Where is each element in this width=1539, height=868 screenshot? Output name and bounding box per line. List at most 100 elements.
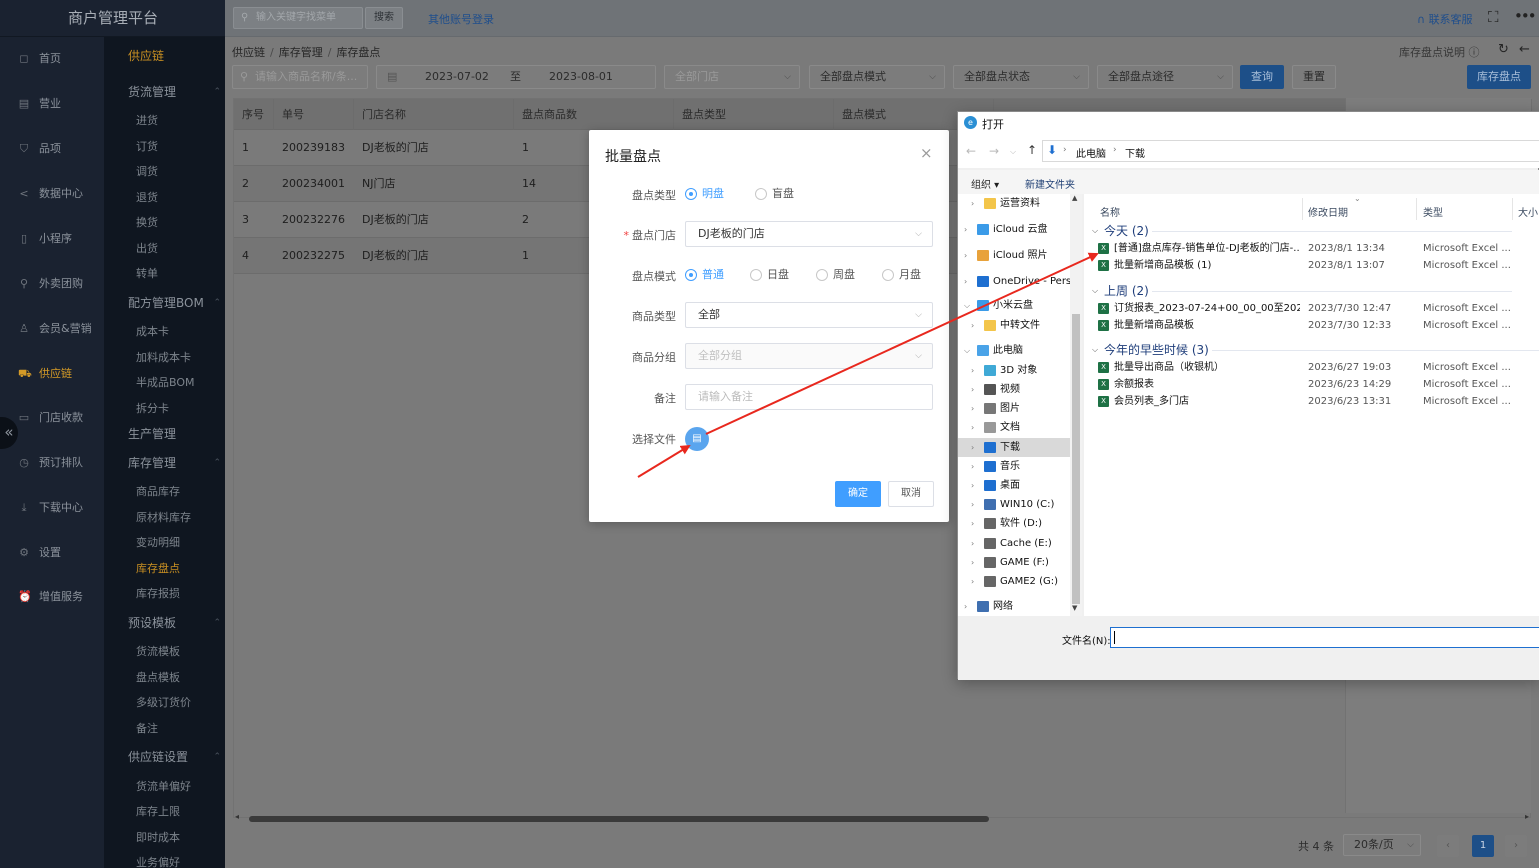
stocktake-button[interactable]: 库存盘点 [1467, 65, 1531, 89]
file-row[interactable]: X 批量导出商品（收银机） 2023/6/27 19:03 Microsoft Exc… [1098, 359, 1538, 376]
column-header-size[interactable]: 大小 [1518, 204, 1538, 219]
nav-item[interactable]: ⛟ 供应链 [0, 363, 104, 385]
folder-tree-item[interactable]: › 运营资料 [958, 194, 1070, 213]
more-icon[interactable]: ••• [1514, 7, 1537, 25]
file-group-header[interactable]: ⌵ 今天 (2) [1092, 223, 1532, 239]
scroll-left-arrow-icon[interactable]: ◂ [235, 812, 239, 821]
stocktake-help-link[interactable]: 库存盘点说明 ⓘ [1399, 44, 1480, 60]
page-size-select[interactable]: 20条/页 ⌵ [1343, 834, 1421, 856]
column-header[interactable]: 盘点类型 [674, 99, 834, 130]
column-header-date[interactable]: 修改日期 [1308, 204, 1348, 219]
remark-input[interactable]: 请输入备注 [685, 384, 933, 410]
contact-support-link[interactable]: ∩ 联系客服 [1417, 11, 1473, 27]
chevron-right-icon[interactable]: › [971, 495, 974, 514]
organize-menu[interactable]: 组织 ▾ [971, 176, 999, 191]
refresh-icon[interactable]: ↻ [1498, 42, 1509, 57]
nav-subitem[interactable]: 进货 [104, 112, 225, 130]
goods-group-select[interactable]: 全部分组 ⌵ [685, 343, 933, 369]
store-filter-select[interactable]: 全部门店 ⌵ [664, 65, 800, 89]
forward-arrow-icon[interactable]: → [989, 144, 999, 158]
column-divider[interactable] [1512, 198, 1513, 220]
status-filter-select[interactable]: 全部盘点状态 ⌵ [953, 65, 1089, 89]
nav-subitem[interactable]: 原材料库存 [104, 509, 225, 527]
folder-tree-item[interactable]: › GAME2 (G:) [958, 572, 1070, 591]
nav-subitem[interactable]: 库存报损 [104, 585, 225, 603]
chevron-right-icon[interactable]: › [964, 272, 967, 291]
nav-item[interactable]: ⏰ 增值服务 [0, 586, 104, 608]
chevron-right-icon[interactable]: › [971, 572, 974, 591]
file-group-header[interactable]: ⌵ 今年的早些时候 (3) [1092, 342, 1539, 358]
nav-group[interactable]: 货流管理 ⌃ [112, 84, 233, 100]
nav-subitem[interactable]: 订货 [104, 138, 225, 156]
folder-tree-item[interactable]: › 桌面 [958, 476, 1070, 495]
file-row[interactable]: X 会员列表_多门店 2023/6/23 13:31 Microsoft Excel … [1098, 393, 1538, 410]
file-row[interactable]: X 订货报表_2023-07-24+00_00_00至202... 2023/7/3… [1098, 300, 1538, 317]
nav-subitem[interactable]: 调货 [104, 163, 225, 181]
column-header[interactable]: 盘点商品数 [514, 99, 674, 130]
nav-item[interactable]: ▤ 营业 [0, 93, 104, 115]
mode-filter-select[interactable]: 全部盘点模式 ⌵ [809, 65, 945, 89]
scrollbar-thumb[interactable] [1072, 314, 1080, 604]
secondary-nav-header[interactable]: 供应链 [112, 48, 233, 64]
goods-name-filter-input[interactable]: ⚲ 请输入商品名称/条... [232, 65, 368, 89]
folder-tree-item[interactable]: › 文档 [958, 418, 1070, 437]
nav-group[interactable]: 配方管理BOM ⌃ [112, 295, 233, 311]
folder-tree-item[interactable]: › 软件 (D:) [958, 514, 1070, 533]
nav-subitem[interactable]: 半成品BOM [104, 374, 225, 392]
menu-search-button[interactable]: 搜索 [365, 7, 403, 29]
chevron-right-icon[interactable]: › [971, 316, 974, 335]
radio-option[interactable]: 周盘 [816, 268, 855, 282]
nav-subitem[interactable]: 退货 [104, 189, 225, 207]
nav-group[interactable]: 生产管理 [112, 426, 233, 442]
nav-subitem[interactable]: 多级订货价 [104, 694, 225, 712]
path-segment[interactable]: 下载 [1125, 145, 1145, 160]
nav-group[interactable]: 供应链设置 ⌃ [112, 749, 233, 765]
folder-tree-item[interactable]: › GAME (F:) [958, 553, 1070, 572]
nav-subitem[interactable]: 成本卡 [104, 323, 225, 341]
horizontal-scrollbar[interactable]: ◂ ▸ [233, 812, 1531, 823]
channel-filter-select[interactable]: 全部盘点途径 ⌵ [1097, 65, 1233, 89]
back-arrow-icon[interactable]: ← [1519, 42, 1530, 57]
menu-search-input[interactable]: ⚲ 输入关键字找菜单 [233, 7, 363, 29]
next-page-button[interactable]: › [1505, 835, 1527, 857]
folder-tree-item[interactable]: ⌵ 小米云盘 [958, 296, 1070, 315]
page-number-current[interactable]: 1 [1472, 835, 1494, 857]
breadcrumb-item[interactable]: 供应链 [232, 46, 265, 59]
folder-tree-item[interactable]: › 音乐 [958, 457, 1070, 476]
chevron-right-icon[interactable]: › [971, 418, 974, 437]
scrollbar-thumb[interactable] [249, 816, 989, 822]
radio-option[interactable]: 普通 [685, 268, 724, 282]
reset-button[interactable]: 重置 [1292, 65, 1336, 89]
folder-tree-item[interactable]: › iCloud 照片 [958, 246, 1070, 265]
chevron-down-icon[interactable]: ⌵ [1092, 342, 1098, 358]
chevron-right-icon[interactable]: › [971, 534, 974, 553]
column-divider[interactable] [1416, 198, 1417, 220]
radio-option[interactable]: 月盘 [882, 268, 921, 282]
nav-item[interactable]: ⤓ 下载中心 [0, 497, 104, 519]
nav-group[interactable]: 库存管理 ⌃ [112, 455, 233, 471]
nav-subitem[interactable]: 变动明细 [104, 534, 225, 552]
chevron-right-icon[interactable]: › [971, 553, 974, 572]
folder-tree-item[interactable]: › 下载 [958, 438, 1070, 457]
breadcrumb-item[interactable]: 库存管理 [279, 46, 323, 59]
nav-subitem[interactable]: 备注 [104, 720, 225, 738]
chevron-down-icon[interactable]: ⌵ [1092, 223, 1098, 239]
nav-item[interactable]: ⛉ 品项 [0, 138, 104, 160]
chevron-right-icon[interactable]: › [971, 361, 974, 380]
nav-subitem[interactable]: 库存盘点 [104, 560, 225, 578]
radio-option[interactable]: 盲盘 [755, 187, 794, 201]
nav-item[interactable]: < 数据中心 [0, 183, 104, 205]
folder-tree-item[interactable]: › Cache (E:) [958, 534, 1070, 553]
chevron-right-icon[interactable]: › [971, 194, 974, 213]
path-segment[interactable]: 此电脑 [1076, 145, 1106, 160]
chevron-right-icon[interactable]: › [971, 514, 974, 533]
nav-item[interactable]: ⚲ 外卖团购 [0, 273, 104, 295]
folder-tree-item[interactable]: › 3D 对象 [958, 361, 1070, 380]
folder-tree-item[interactable]: › WIN10 (C:) [958, 495, 1070, 514]
file-row[interactable]: X 批量新增商品模板 2023/7/30 12:33 Microsoft Excel … [1098, 317, 1538, 334]
chevron-right-icon[interactable]: › [971, 380, 974, 399]
stocktake-store-select[interactable]: DJ老板的门店 ⌵ [685, 221, 933, 247]
folder-tree-item[interactable]: ⌵ 此电脑 [958, 341, 1070, 360]
up-arrow-icon[interactable]: ↑ [1027, 143, 1037, 157]
nav-subitem[interactable]: 业务偏好 [104, 854, 225, 868]
